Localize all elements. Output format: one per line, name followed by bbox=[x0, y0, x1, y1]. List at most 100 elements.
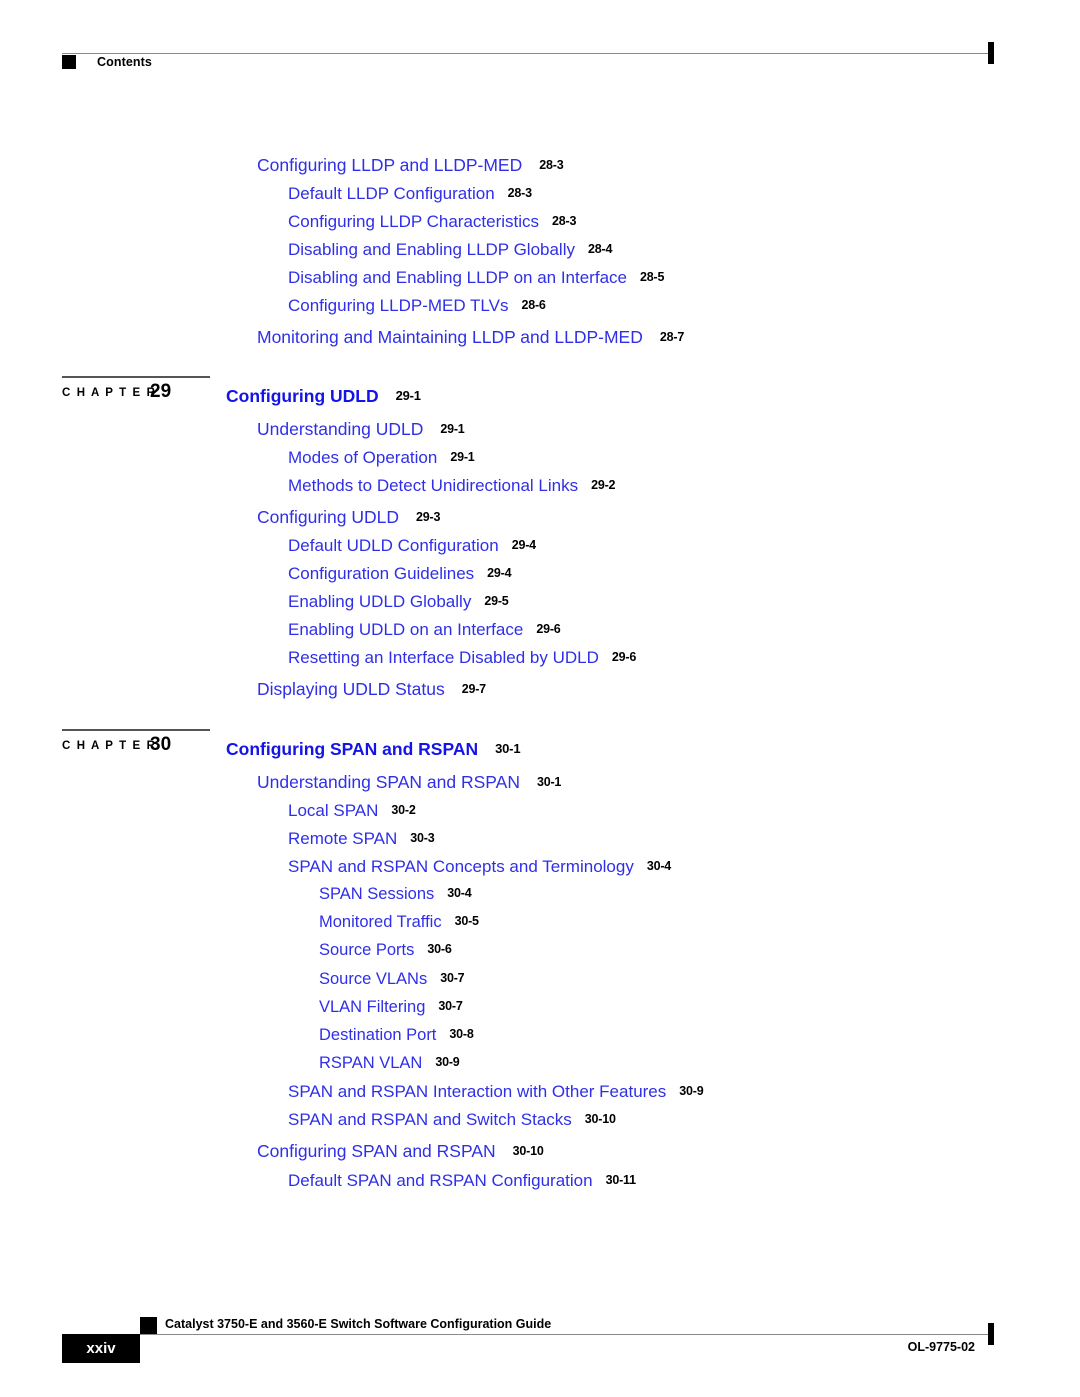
toc-entry[interactable]: Monitoring and Maintaining LLDP and LLDP… bbox=[257, 327, 684, 347]
toc-entry-title[interactable]: Configuring SPAN and RSPAN bbox=[226, 739, 478, 759]
toc-entry-page-number[interactable]: 30-11 bbox=[606, 1173, 636, 1187]
toc-entry-page-number[interactable]: 28-3 bbox=[508, 186, 532, 200]
toc-entry-title[interactable]: Configuring SPAN and RSPAN bbox=[257, 1141, 496, 1161]
toc-entry-page-number[interactable]: 30-7 bbox=[440, 971, 464, 985]
toc-entry[interactable]: Configuring UDLD 29-3 bbox=[257, 507, 440, 527]
toc-entry[interactable]: Default UDLD Configuration 29-4 bbox=[288, 537, 536, 555]
toc-entry-title[interactable]: Enabling UDLD on an Interface bbox=[288, 620, 523, 639]
toc-entry[interactable]: Configuring UDLD 29-1 bbox=[226, 386, 421, 406]
toc-entry-page-number[interactable]: 30-10 bbox=[585, 1112, 616, 1126]
toc-entry-page-number[interactable]: 30-1 bbox=[537, 775, 561, 789]
toc-entry[interactable]: Configuring SPAN and RSPAN 30-10 bbox=[257, 1141, 544, 1161]
toc-entry[interactable]: Displaying UDLD Status 29-7 bbox=[257, 679, 486, 699]
toc-entry-page-number[interactable]: 30-8 bbox=[449, 1027, 473, 1041]
toc-entry-page-number[interactable]: 29-5 bbox=[484, 594, 508, 608]
toc-entry-title[interactable]: Source VLANs bbox=[319, 970, 427, 988]
toc-entry-title[interactable]: Local SPAN bbox=[288, 801, 378, 820]
toc-entry-page-number[interactable]: 28-3 bbox=[539, 158, 563, 172]
toc-entry-page-number[interactable]: 29-7 bbox=[462, 682, 486, 696]
toc-entry-page-number[interactable]: 29-2 bbox=[591, 478, 615, 492]
toc-entry[interactable]: Understanding UDLD 29-1 bbox=[257, 419, 465, 439]
toc-entry-page-number[interactable]: 30-2 bbox=[391, 803, 415, 817]
toc-entry[interactable]: SPAN and RSPAN Interaction with Other Fe… bbox=[288, 1082, 704, 1101]
toc-entry-title[interactable]: Default UDLD Configuration bbox=[288, 536, 499, 555]
toc-entry-title[interactable]: Monitoring and Maintaining LLDP and LLDP… bbox=[257, 327, 643, 347]
toc-entry-title[interactable]: SPAN Sessions bbox=[319, 885, 434, 903]
toc-entry[interactable]: Remote SPAN 30-3 bbox=[288, 830, 435, 848]
toc-entry-title[interactable]: Displaying UDLD Status bbox=[257, 679, 445, 699]
toc-entry-page-number[interactable]: 29-6 bbox=[612, 650, 636, 664]
toc-entry-title[interactable]: Default LLDP Configuration bbox=[288, 184, 495, 203]
toc-entry-page-number[interactable]: 30-7 bbox=[438, 999, 462, 1013]
toc-entry-page-number[interactable]: 30-1 bbox=[495, 741, 520, 756]
toc-entry-title[interactable]: Resetting an Interface Disabled by UDLD bbox=[288, 648, 599, 667]
toc-entry-title[interactable]: VLAN Filtering bbox=[319, 998, 425, 1016]
toc-entry-page-number[interactable]: 29-1 bbox=[396, 388, 421, 403]
toc-entry[interactable]: Destination Port 30-8 bbox=[319, 1027, 474, 1044]
toc-entry-page-number[interactable]: 30-10 bbox=[513, 1144, 544, 1158]
toc-entry[interactable]: SPAN Sessions 30-4 bbox=[319, 885, 472, 903]
toc-entry-title[interactable]: Methods to Detect Unidirectional Links bbox=[288, 476, 578, 495]
toc-entry-page-number[interactable]: 30-6 bbox=[427, 942, 451, 956]
toc-entry-page-number[interactable]: 30-4 bbox=[647, 859, 671, 873]
toc-entry-page-number[interactable]: 29-3 bbox=[416, 510, 440, 524]
toc-entry-title[interactable]: Monitored Traffic bbox=[319, 913, 442, 931]
toc-entry[interactable]: Configuring LLDP-MED TLVs 28-6 bbox=[288, 297, 546, 315]
toc-entry[interactable]: Default SPAN and RSPAN Configuration 30-1… bbox=[288, 1172, 636, 1190]
toc-entry-title[interactable]: Configuring UDLD bbox=[226, 386, 379, 406]
toc-entry-page-number[interactable]: 30-4 bbox=[447, 886, 471, 900]
toc-entry[interactable]: Configuring LLDP Characteristics 28-3 bbox=[288, 213, 576, 231]
toc-entry-title[interactable]: Understanding UDLD bbox=[257, 419, 423, 439]
toc-entry-page-number[interactable]: 30-3 bbox=[410, 831, 434, 845]
toc-entry-page-number[interactable]: 29-1 bbox=[440, 422, 464, 436]
toc-entry-page-number[interactable]: 29-6 bbox=[536, 622, 560, 636]
toc-entry-title[interactable]: Configuration Guidelines bbox=[288, 564, 474, 583]
toc-entry-page-number[interactable]: 28-7 bbox=[660, 330, 684, 344]
toc-entry-page-number[interactable]: 29-4 bbox=[512, 538, 536, 552]
toc-entry[interactable]: Default LLDP Configuration 28-3 bbox=[288, 185, 532, 203]
toc-entry[interactable]: SPAN and RSPAN Concepts and Terminology 3… bbox=[288, 858, 671, 876]
toc-entry[interactable]: VLAN Filtering 30-7 bbox=[319, 999, 463, 1016]
toc-entry[interactable]: Understanding SPAN and RSPAN 30-1 bbox=[257, 772, 561, 792]
toc-entry-page-number[interactable]: 28-3 bbox=[552, 214, 576, 228]
toc-entry[interactable]: Monitored Traffic 30-5 bbox=[319, 914, 479, 931]
toc-entry-title[interactable]: Remote SPAN bbox=[288, 829, 397, 848]
toc-entry-title[interactable]: Default SPAN and RSPAN Configuration bbox=[288, 1171, 593, 1190]
toc-entry-page-number[interactable]: 28-5 bbox=[640, 270, 664, 284]
toc-entry-page-number[interactable]: 28-4 bbox=[588, 242, 612, 256]
toc-entry[interactable]: Configuring SPAN and RSPAN 30-1 bbox=[226, 739, 521, 759]
toc-entry[interactable]: SPAN and RSPAN and Switch Stacks 30-10 bbox=[288, 1111, 616, 1129]
toc-entry-title[interactable]: Destination Port bbox=[319, 1026, 436, 1044]
toc-entry-title[interactable]: Disabling and Enabling LLDP on an Interf… bbox=[288, 268, 627, 287]
toc-entry-title[interactable]: SPAN and RSPAN Concepts and Terminology bbox=[288, 857, 634, 876]
toc-entry[interactable]: Configuration Guidelines 29-4 bbox=[288, 564, 512, 583]
toc-entry-title[interactable]: Configuring LLDP Characteristics bbox=[288, 212, 539, 231]
toc-entry[interactable]: Methods to Detect Unidirectional Links 29… bbox=[288, 476, 616, 495]
toc-entry[interactable]: Source Ports 30-6 bbox=[319, 942, 452, 959]
toc-entry-page-number[interactable]: 29-4 bbox=[487, 566, 511, 580]
toc-entry[interactable]: Enabling UDLD on an Interface 29-6 bbox=[288, 621, 561, 639]
toc-entry-title[interactable]: Source Ports bbox=[319, 941, 414, 959]
toc-entry-title[interactable]: Disabling and Enabling LLDP Globally bbox=[288, 240, 575, 259]
toc-entry-title[interactable]: Enabling UDLD Globally bbox=[288, 592, 471, 611]
toc-entry-title[interactable]: Configuring UDLD bbox=[257, 507, 399, 527]
toc-entry[interactable]: Resetting an Interface Disabled by UDLD 2… bbox=[288, 649, 636, 667]
toc-entry-title[interactable]: Modes of Operation bbox=[288, 448, 437, 467]
toc-entry-title[interactable]: SPAN and RSPAN Interaction with Other Fe… bbox=[288, 1082, 666, 1101]
toc-entry[interactable]: Enabling UDLD Globally 29-5 bbox=[288, 593, 509, 611]
toc-entry[interactable]: Source VLANs 30-7 bbox=[319, 970, 465, 988]
toc-entry-title[interactable]: Configuring LLDP-MED TLVs bbox=[288, 296, 508, 315]
toc-entry-title[interactable]: Understanding SPAN and RSPAN bbox=[257, 772, 520, 792]
toc-entry-title[interactable]: Configuring LLDP and LLDP-MED bbox=[257, 155, 522, 175]
toc-entry-page-number[interactable]: 29-1 bbox=[450, 450, 474, 464]
toc-entry-title[interactable]: RSPAN VLAN bbox=[319, 1054, 422, 1072]
toc-entry[interactable]: Disabling and Enabling LLDP on an Interf… bbox=[288, 269, 664, 287]
toc-entry-page-number[interactable]: 30-5 bbox=[455, 914, 479, 928]
toc-entry[interactable]: Configuring LLDP and LLDP-MED 28-3 bbox=[257, 155, 564, 175]
toc-entry-title[interactable]: SPAN and RSPAN and Switch Stacks bbox=[288, 1110, 572, 1129]
toc-entry-page-number[interactable]: 28-6 bbox=[521, 298, 545, 312]
toc-entry[interactable]: Disabling and Enabling LLDP Globally 28-4 bbox=[288, 241, 612, 259]
toc-entry[interactable]: Modes of Operation 29-1 bbox=[288, 449, 475, 467]
toc-entry[interactable]: RSPAN VLAN 30-9 bbox=[319, 1055, 460, 1072]
toc-entry[interactable]: Local SPAN 30-2 bbox=[288, 802, 416, 820]
